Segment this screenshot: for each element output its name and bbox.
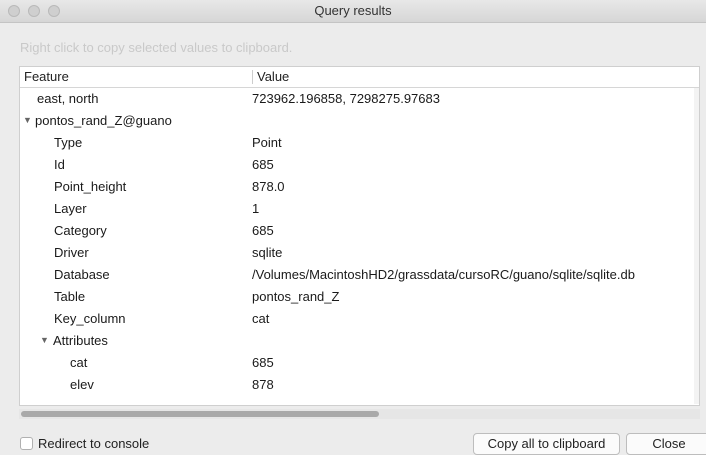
vertical-scrollbar[interactable] xyxy=(694,88,699,404)
column-header-feature[interactable]: Feature xyxy=(24,69,69,84)
feature-cell: Type xyxy=(54,135,83,150)
feature-cell: Layer xyxy=(54,201,87,216)
redirect-checkbox[interactable] xyxy=(20,437,33,450)
table-row[interactable]: Id 685 xyxy=(20,154,699,176)
feature-cell: Driver xyxy=(54,245,89,260)
table-row[interactable]: Layer 1 xyxy=(20,198,699,220)
value-cell: pontos_rand_Z xyxy=(252,289,340,304)
feature-cell: pontos_rand_Z@guano xyxy=(35,113,172,128)
table-row[interactable]: Category 685 xyxy=(20,220,699,242)
table-row[interactable]: Driver sqlite xyxy=(20,242,699,264)
results-tree[interactable]: Feature Value east, north 723962.196858, … xyxy=(19,66,700,406)
table-row[interactable]: Point_height 878.0 xyxy=(20,176,699,198)
value-cell: Point xyxy=(252,135,282,150)
value-cell: sqlite xyxy=(252,245,283,260)
window-title: Query results xyxy=(314,3,392,18)
table-row[interactable]: east, north 723962.196858, 7298275.97683 xyxy=(20,88,699,110)
redirect-label[interactable]: Redirect to console xyxy=(38,436,149,451)
value-cell: 685 xyxy=(252,157,274,172)
feature-cell: Category xyxy=(54,223,107,238)
hint-text: Right click to copy selected values to c… xyxy=(20,40,293,55)
title-bar: Query results xyxy=(0,0,706,23)
table-row[interactable]: Type Point xyxy=(20,132,699,154)
table-row[interactable]: elev 878 xyxy=(20,374,699,396)
feature-cell: Point_height xyxy=(54,179,127,194)
table-row[interactable]: Database/Volumes/MacintoshHD2/grassdata/… xyxy=(20,264,699,286)
expand-triangle-icon[interactable]: ▼ xyxy=(23,115,32,125)
copy-all-button[interactable]: Copy all to clipboard xyxy=(473,433,620,455)
table-row[interactable]: ▼ Attributes xyxy=(20,330,699,352)
column-divider[interactable] xyxy=(252,70,253,84)
table-header: Feature Value xyxy=(20,67,699,88)
feature-cell: Id xyxy=(54,157,65,172)
table-row[interactable]: Key_column cat xyxy=(20,308,699,330)
value-cell: 878 xyxy=(252,377,274,392)
close-button[interactable]: Close xyxy=(626,433,706,455)
horizontal-scrollbar-thumb[interactable] xyxy=(21,411,379,417)
feature-cell: Attributes xyxy=(53,333,108,348)
value-cell: 878.0 xyxy=(252,179,285,194)
expand-triangle-icon[interactable]: ▼ xyxy=(40,335,49,345)
feature-cell: east, north xyxy=(37,91,99,106)
table-row[interactable]: ▼ pontos_rand_Z@guano xyxy=(20,110,699,132)
value-cell: 685 xyxy=(252,355,274,370)
feature-cell: Database xyxy=(54,267,110,282)
feature-cell: Key_column xyxy=(54,311,126,326)
feature-cell: Table xyxy=(54,289,86,304)
value-cell: 1 xyxy=(252,201,260,216)
table-row[interactable]: cat 685 xyxy=(20,352,699,374)
horizontal-scrollbar[interactable] xyxy=(19,409,700,419)
feature-cell: cat xyxy=(70,355,88,370)
value-cell: cat xyxy=(252,311,270,326)
column-header-value[interactable]: Value xyxy=(257,69,289,84)
value-cell: 723962.196858, 7298275.97683 xyxy=(252,91,440,106)
value-cell: /Volumes/MacintoshHD2/grassdata/cursoRC/… xyxy=(252,267,635,282)
feature-cell: elev xyxy=(70,377,94,392)
table-row[interactable]: Table pontos_rand_Z xyxy=(20,286,699,308)
value-cell: 685 xyxy=(252,223,274,238)
